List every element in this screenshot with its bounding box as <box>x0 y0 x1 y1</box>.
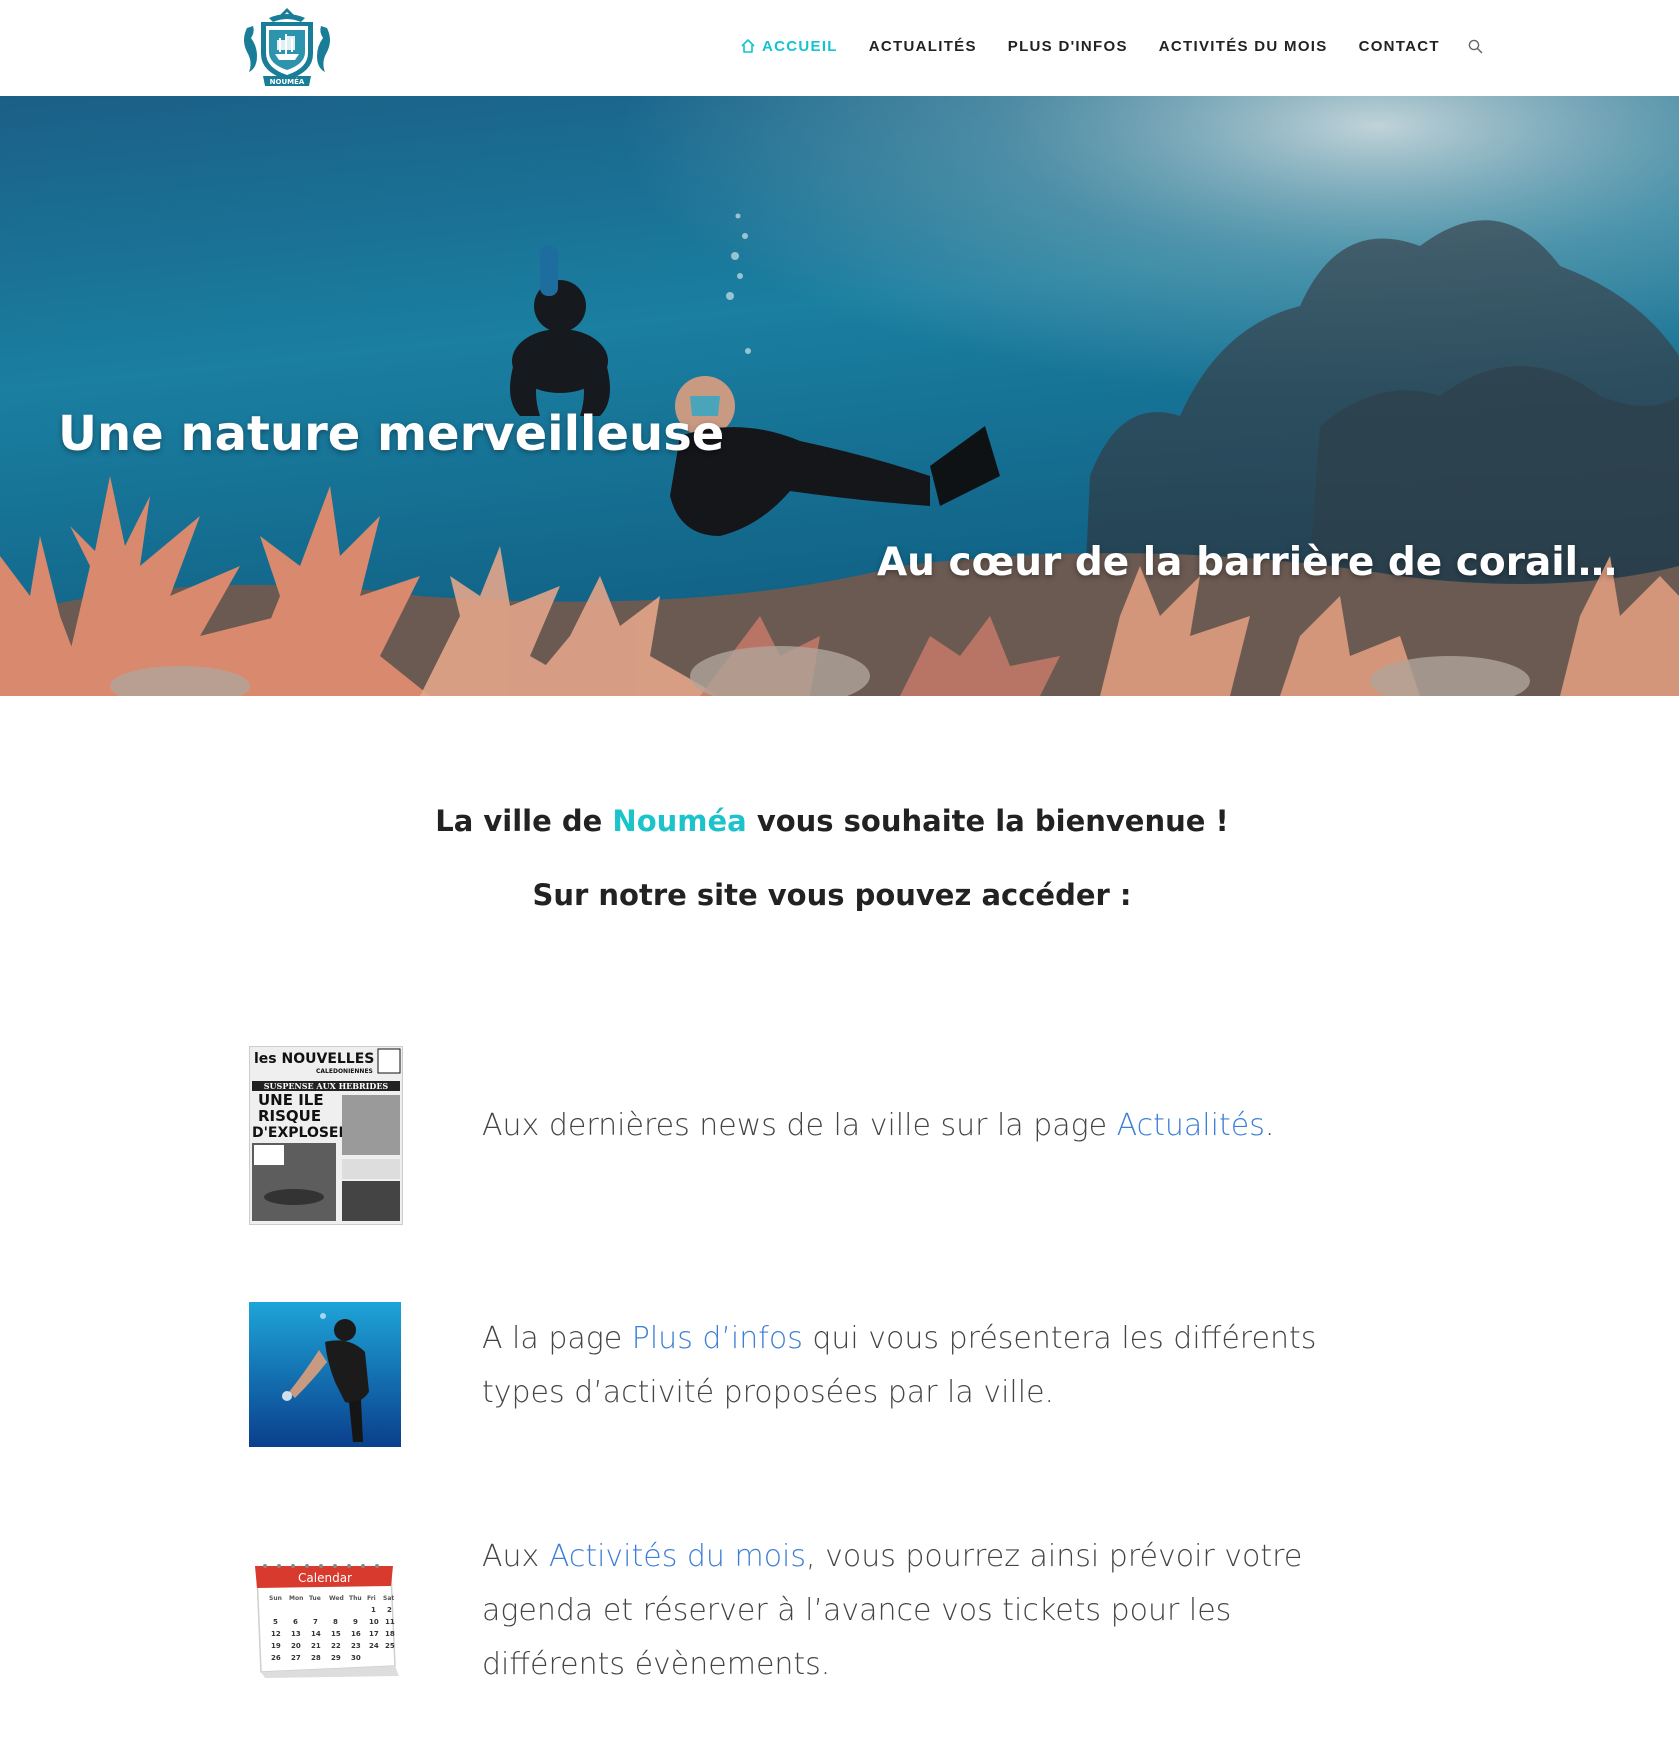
svg-text:17: 17 <box>369 1630 379 1638</box>
logo-text: NOUMÉA <box>270 77 305 86</box>
newspaper-masthead: les NOUVELLES <box>254 1051 374 1067</box>
link-activites-du-mois[interactable]: Activités du mois <box>549 1539 806 1574</box>
feature-actualites-after: . <box>1264 1108 1275 1143</box>
feature-activites-before: Aux <box>482 1539 549 1574</box>
svg-text:11: 11 <box>385 1618 395 1626</box>
diver-image <box>249 1302 401 1447</box>
newspaper-image: les NOUVELLES CALEDONIENNES SUSPENSE AUX… <box>249 1046 403 1225</box>
svg-text:16: 16 <box>351 1630 361 1638</box>
svg-text:21: 21 <box>311 1642 321 1650</box>
hero-underwater-image <box>0 96 1679 696</box>
nav-label-accueil: ACCUEIL <box>762 37 838 55</box>
svg-text:25: 25 <box>385 1642 395 1650</box>
svg-text:12: 12 <box>271 1630 281 1638</box>
svg-text:23: 23 <box>351 1642 361 1650</box>
svg-text:19: 19 <box>271 1642 281 1650</box>
svg-text:Thu: Thu <box>349 1595 362 1602</box>
welcome-text-after: vous souhaite la bienvenue ! <box>746 804 1229 838</box>
nav-item-actualites[interactable]: ACTUALITÉS <box>869 38 977 55</box>
access-heading: Sur notre site vous pouvez accéder : <box>532 878 1132 912</box>
feature-activites-du-mois-text: Aux Activités du mois, vous pourrez ains… <box>482 1530 1332 1692</box>
link-plus-d-infos[interactable]: Plus d’infos <box>632 1321 803 1356</box>
nav-label-plus-d-infos: PLUS D'INFOS <box>1007 37 1128 55</box>
svg-text:20: 20 <box>291 1642 301 1650</box>
search-icon[interactable] <box>1468 39 1483 54</box>
main-nav: ACCUEIL ACTUALITÉS PLUS D'INFOS ACTIVITÉ… <box>740 36 1483 56</box>
nav-label-actualites: ACTUALITÉS <box>868 37 977 55</box>
nav-item-accueil[interactable]: ACCUEIL <box>740 38 838 55</box>
site-header: NOUMÉA ACCUEIL ACTUALITÉS PLUS D'INFOS A… <box>0 0 1679 96</box>
svg-text:Mon: Mon <box>289 1595 303 1602</box>
svg-text:Fri: Fri <box>367 1595 376 1602</box>
svg-text:15: 15 <box>331 1630 341 1638</box>
feature-plus-d-infos-text: A la page Plus d’infos qui vous présente… <box>482 1312 1332 1420</box>
svg-text:28: 28 <box>311 1654 321 1662</box>
feature-plus-d-infos-before: A la page <box>482 1321 632 1356</box>
nav-item-contact[interactable]: CONTACT <box>1359 38 1440 55</box>
svg-text:9: 9 <box>353 1618 358 1626</box>
feature-actualites-before: Aux dernières news de la ville sur la pa… <box>482 1108 1117 1143</box>
calendar-image: Calendar Sun Mon Tue Wed Thu Fri Sat 12 567891… <box>249 1560 401 1678</box>
nav-label-activites-du-mois: ACTIVITÉS DU MOIS <box>1158 37 1328 55</box>
svg-text:5: 5 <box>273 1618 278 1626</box>
svg-text:24: 24 <box>369 1642 379 1650</box>
svg-text:1: 1 <box>371 1606 376 1614</box>
hero-subtitle: Au cœur de la barrière de corail… <box>876 540 1617 585</box>
newspaper-headline-2: RISQUE <box>258 1107 321 1125</box>
link-actualites[interactable]: Actualités <box>1117 1108 1265 1143</box>
svg-text:Sat: Sat <box>383 1595 394 1602</box>
feature-actualites-text: Aux dernières news de la ville sur la pa… <box>482 1099 1332 1153</box>
hero-title: Une nature merveilleuse <box>58 406 725 462</box>
noumea-logo[interactable]: NOUMÉA <box>239 6 335 88</box>
svg-text:22: 22 <box>331 1642 341 1650</box>
nav-item-activites-du-mois[interactable]: ACTIVITÉS DU MOIS <box>1159 38 1328 55</box>
svg-text:26: 26 <box>271 1654 281 1662</box>
newspaper-headline-3: D'EXPLOSER <box>252 1125 349 1141</box>
nav-label-contact: CONTACT <box>1358 37 1440 55</box>
svg-text:6: 6 <box>293 1618 298 1626</box>
svg-text:18: 18 <box>385 1630 395 1638</box>
svg-text:Tue: Tue <box>309 1595 321 1602</box>
svg-text:27: 27 <box>291 1654 301 1662</box>
newspaper-subtitle: CALEDONIENNES <box>316 1068 373 1075</box>
svg-text:8: 8 <box>333 1618 338 1626</box>
svg-text:Wed: Wed <box>329 1595 344 1602</box>
svg-text:14: 14 <box>311 1630 321 1638</box>
home-icon <box>740 38 756 54</box>
hero-banner: Une nature merveilleuse Au cœur de la ba… <box>0 96 1679 696</box>
calendar-label: Calendar <box>298 1571 352 1585</box>
svg-text:10: 10 <box>369 1618 379 1626</box>
svg-text:2: 2 <box>387 1606 392 1614</box>
newspaper-banner: SUSPENSE AUX HEBRIDES <box>264 1081 389 1091</box>
svg-text:29: 29 <box>331 1654 341 1662</box>
svg-text:Sun: Sun <box>269 1595 282 1602</box>
welcome-text-before: La ville de <box>435 804 613 838</box>
svg-text:7: 7 <box>313 1618 318 1626</box>
city-name: Nouméa <box>612 804 747 838</box>
svg-text:13: 13 <box>291 1630 301 1638</box>
nav-item-plus-d-infos[interactable]: PLUS D'INFOS <box>1008 38 1128 55</box>
welcome-heading: La ville de Nouméa vous souhaite la bien… <box>0 804 1664 838</box>
svg-text:30: 30 <box>351 1654 361 1662</box>
